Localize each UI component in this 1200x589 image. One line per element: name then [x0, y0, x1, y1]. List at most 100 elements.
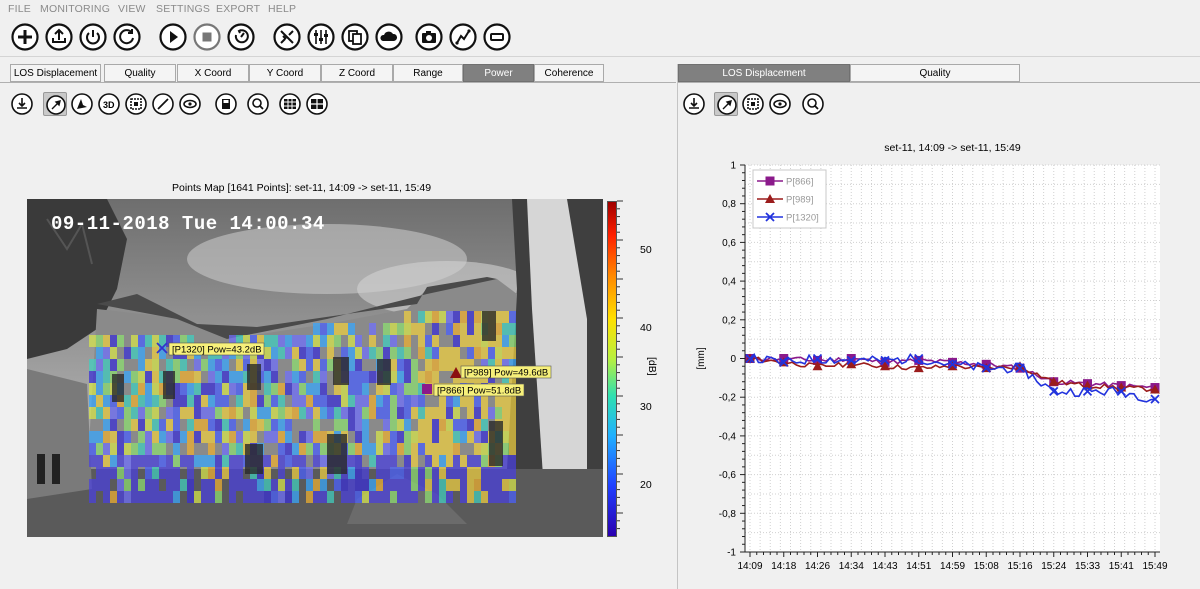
point-p1320-marker[interactable]: [P1320] Pow=43.2dB: [156, 342, 265, 356]
3d-view-icon[interactable]: 3D: [97, 92, 121, 116]
menu-bar: FILE MONITORING VIEW SETTINGS EXPORT HEL…: [0, 0, 1200, 18]
main-toolbar: [0, 18, 1200, 57]
y-axis-label: [mm]: [696, 347, 707, 369]
tab-range[interactable]: Range: [393, 64, 463, 82]
x-tick-label: 15:08: [974, 561, 999, 572]
select-box-icon[interactable]: [124, 92, 148, 116]
point-p989-marker[interactable]: [P989] Pow=49.6dB: [450, 365, 552, 379]
stop-icon[interactable]: [192, 22, 222, 52]
zoom-icon[interactable]: [246, 92, 270, 116]
svg-text:3D: 3D: [103, 100, 115, 110]
point-p989-label: [P989] Pow=49.6dB: [464, 368, 548, 379]
tab-los-displacement[interactable]: LOS Displacement: [10, 64, 101, 82]
menu-settings[interactable]: SETTINGS: [156, 3, 210, 15]
tab-quality[interactable]: Quality: [104, 64, 176, 82]
tab-x-coord[interactable]: X Coord: [177, 64, 249, 82]
x-tick-label: 14:59: [940, 561, 965, 572]
navigate-icon[interactable]: [70, 92, 94, 116]
x-tick-label: 14:51: [906, 561, 931, 572]
colorbar-label: [dB]: [646, 357, 657, 376]
upload-icon[interactable]: [44, 22, 74, 52]
tab-quality-right[interactable]: Quality: [850, 64, 1020, 82]
play-icon[interactable]: [158, 22, 188, 52]
point-p866-marker[interactable]: [P866] Pow=51.8dB: [422, 383, 525, 397]
pointer-icon[interactable]: [43, 92, 67, 116]
y-tick-label: 0,8: [722, 199, 736, 210]
tab-los-displacement-right[interactable]: LOS Displacement: [678, 64, 850, 82]
y-tick-label: -1: [727, 548, 736, 559]
menu-view[interactable]: VIEW: [118, 3, 146, 15]
y-tick-label: -0,4: [719, 431, 737, 442]
add-icon[interactable]: [10, 22, 40, 52]
zoom-icon-right[interactable]: [801, 92, 825, 116]
legend-label: P[989]: [786, 195, 813, 206]
tab-power[interactable]: Power: [463, 64, 534, 82]
x-tick-label: 15:49: [1142, 561, 1167, 572]
eye-icon-right[interactable]: [768, 92, 792, 116]
point-p866-label: [P866] Pow=51.8dB: [437, 386, 521, 397]
legend-label: P[866]: [786, 177, 813, 188]
grid-icon-b[interactable]: [305, 92, 329, 116]
colorbar-tick-40: 40: [640, 322, 652, 334]
colorbar-tick-50: 50: [640, 244, 652, 256]
y-tick-label: -0,8: [719, 509, 737, 520]
tab-z-coord[interactable]: Z Coord: [321, 64, 393, 82]
colorbar-tick-30: 30: [640, 401, 652, 413]
x-tick-label: 14:09: [737, 561, 762, 572]
x-tick-label: 14:43: [872, 561, 897, 572]
legend-label: P[1320]: [786, 213, 819, 224]
y-tick-label: 0,6: [722, 238, 736, 249]
panel-divider: [677, 64, 678, 589]
los-displacement-chart[interactable]: set-11, 14:09 -> set-11, 15:49 1 0,8 0,6 0,4…: [690, 138, 1198, 586]
x-tick-label: 14:34: [839, 561, 864, 572]
menu-file[interactable]: FILE: [8, 3, 31, 15]
colorbar: [607, 201, 617, 537]
cloud-icon[interactable]: [374, 22, 404, 52]
x-tick-label: 15:33: [1075, 561, 1100, 572]
legend-marker: [765, 176, 775, 186]
pointer-icon-right[interactable]: [714, 92, 738, 116]
power-icon[interactable]: [78, 22, 108, 52]
copy-icon[interactable]: [340, 22, 370, 52]
left-tab-underline: [0, 82, 676, 83]
download-icon-right[interactable]: [682, 92, 706, 116]
sliders-icon[interactable]: [306, 22, 336, 52]
save-icon[interactable]: [214, 92, 238, 116]
power-cycle-icon[interactable]: [226, 22, 256, 52]
x-tick-label: 15:24: [1041, 561, 1066, 572]
chart-title: set-11, 14:09 -> set-11, 15:49: [884, 142, 1021, 154]
point-p1320-label: [P1320] Pow=43.2dB: [172, 345, 262, 356]
tab-coherence[interactable]: Coherence: [534, 64, 604, 82]
minus-icon[interactable]: [482, 22, 512, 52]
tab-y-coord[interactable]: Y Coord: [249, 64, 321, 82]
colorbar-tick-20: 20: [640, 479, 652, 491]
select-box-icon-right[interactable]: [741, 92, 765, 116]
points-map[interactable]: 09-11-2018 Tue 14:00:34 [P1320] Pow=43.2…: [27, 199, 603, 537]
x-tick-label: 14:18: [771, 561, 796, 572]
grid-icon-a[interactable]: [278, 92, 302, 116]
menu-export[interactable]: EXPORT: [216, 3, 260, 15]
eye-icon[interactable]: [178, 92, 202, 116]
download-icon[interactable]: [10, 92, 34, 116]
y-tick-label: 0,4: [722, 277, 736, 288]
y-tick-label: -0,6: [719, 470, 737, 481]
x-tick-label: 15:41: [1109, 561, 1134, 572]
menu-help[interactable]: HELP: [268, 3, 296, 15]
x-tick-label: 15:16: [1007, 561, 1032, 572]
line-icon[interactable]: [151, 92, 175, 116]
y-tick-label: 0,2: [722, 315, 736, 326]
chart-legend: P[866] P[989] P[1320]: [752, 169, 827, 229]
y-tick-label: 0: [730, 354, 736, 365]
menu-monitoring[interactable]: MONITORING: [40, 3, 110, 15]
video-timestamp: 09-11-2018 Tue 14:00:34: [51, 213, 325, 235]
x-tick-label: 14:26: [805, 561, 830, 572]
right-tab-underline: [678, 82, 1200, 83]
colorbar-axis: 50 40 30 20 [dB]: [617, 200, 657, 530]
map-title: Points Map [1641 Points]: set-11, 14:09 …: [172, 182, 432, 194]
refresh-icon[interactable]: [112, 22, 142, 52]
satellite-icon[interactable]: [272, 22, 302, 52]
route-icon[interactable]: [448, 22, 478, 52]
y-tick-label: 1: [730, 161, 736, 172]
camera-icon[interactable]: [414, 22, 444, 52]
y-tick-label: -0,2: [719, 393, 737, 404]
